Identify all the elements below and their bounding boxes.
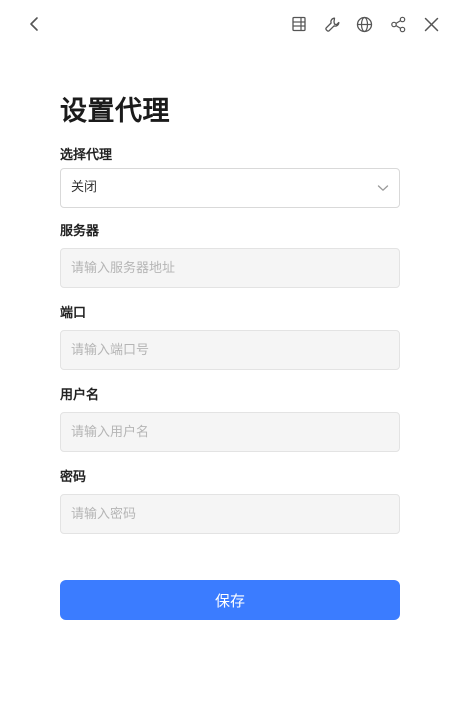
password-input[interactable] xyxy=(60,494,400,534)
layout-panel-icon xyxy=(292,16,306,32)
share-icon xyxy=(390,16,405,32)
wrench-icon xyxy=(324,17,339,32)
share-button[interactable] xyxy=(386,12,410,36)
tools-button[interactable] xyxy=(320,12,344,36)
globe-icon xyxy=(356,16,372,32)
username-label: 用户名 xyxy=(60,388,100,403)
chevron-down-icon xyxy=(377,185,389,191)
port-label: 端口 xyxy=(60,306,87,321)
layout-panel-button[interactable] xyxy=(287,12,311,36)
save-button[interactable]: 保存 xyxy=(60,580,400,620)
language-button[interactable] xyxy=(352,12,376,36)
top-toolbar xyxy=(0,0,460,50)
close-button[interactable] xyxy=(419,12,443,36)
close-icon xyxy=(424,17,438,31)
server-label: 服务器 xyxy=(60,224,100,239)
server-input[interactable] xyxy=(60,248,400,288)
username-input[interactable] xyxy=(60,412,400,452)
password-label: 密码 xyxy=(60,470,87,485)
port-input[interactable] xyxy=(60,330,400,370)
proxy-select-label: 选择代理 xyxy=(60,148,113,163)
back-button[interactable] xyxy=(23,12,47,36)
proxy-settings-form: 设置代理 选择代理 关闭 服务器 端口 用户名 密码 xyxy=(60,92,400,534)
proxy-select[interactable]: 关闭 xyxy=(60,168,400,208)
page-title: 设置代理 xyxy=(60,96,170,127)
chevron-left-icon xyxy=(30,17,38,31)
proxy-select-value: 关闭 xyxy=(71,180,98,195)
